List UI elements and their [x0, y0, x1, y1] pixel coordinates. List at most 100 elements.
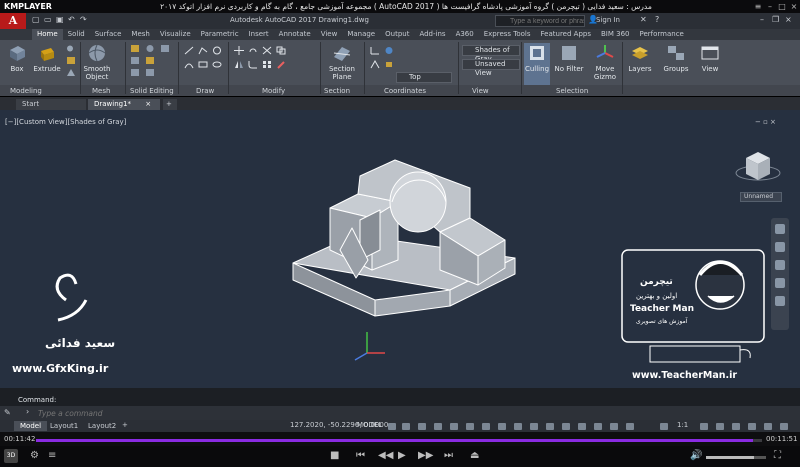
playlist-icon[interactable]: ≡: [48, 450, 56, 461]
fillet-icon[interactable]: [248, 60, 258, 69]
new-tab-button[interactable]: +: [163, 99, 177, 110]
saved-view-select[interactable]: Unsaved View: [462, 59, 520, 77]
rotate-icon[interactable]: [248, 46, 258, 55]
drawing-viewport[interactable]: [0, 110, 800, 388]
no-filter-button[interactable]: No Filter: [553, 43, 585, 73]
customization-icon[interactable]: [780, 423, 788, 430]
layout-tab-model[interactable]: Model: [14, 421, 48, 431]
tab-add-ins[interactable]: Add-ins: [414, 29, 450, 40]
tab-view[interactable]: View: [316, 29, 343, 40]
seek-slider[interactable]: [36, 439, 762, 442]
3d-osnap-icon[interactable]: [530, 423, 538, 430]
units-icon[interactable]: [716, 423, 724, 430]
tab-surface[interactable]: Surface: [90, 29, 127, 40]
lock-ui-icon[interactable]: [748, 423, 756, 430]
culling-button[interactable]: Culling: [524, 43, 550, 85]
ortho-icon[interactable]: [418, 423, 426, 430]
solid-edit-2-icon[interactable]: [130, 56, 140, 65]
panel-title-modify[interactable]: Modify: [262, 86, 285, 96]
panel-title-draw[interactable]: Draw: [196, 86, 214, 96]
ellipse-icon[interactable]: [212, 60, 222, 69]
stop-icon[interactable]: ■: [330, 450, 339, 461]
annotation-monitor-icon[interactable]: [700, 423, 708, 430]
next-icon[interactable]: ⏭: [444, 450, 453, 461]
showmotion-icon[interactable]: [775, 296, 785, 306]
tab-parametric[interactable]: Parametric: [196, 29, 244, 40]
nav-wheel-icon[interactable]: [775, 224, 785, 234]
erase-icon[interactable]: [276, 60, 286, 69]
tab-mesh[interactable]: Mesh: [126, 29, 154, 40]
transparency-icon[interactable]: [498, 423, 506, 430]
grid-icon[interactable]: [388, 423, 396, 430]
workspace-icon[interactable]: [660, 423, 668, 430]
command-input[interactable]: [38, 407, 778, 419]
panel-title-view[interactable]: View: [472, 86, 489, 96]
tab-solid[interactable]: Solid: [63, 29, 90, 40]
groups-button[interactable]: Groups: [660, 43, 692, 73]
tab-featured-apps[interactable]: Featured Apps: [536, 29, 596, 40]
tab-output[interactable]: Output: [380, 29, 414, 40]
solid-edit-3-icon[interactable]: [130, 68, 140, 77]
panel-title-mesh[interactable]: Mesh: [92, 86, 110, 96]
snap-icon[interactable]: [402, 423, 410, 430]
open-icon[interactable]: ▭: [44, 15, 52, 24]
exchange-icon[interactable]: ✕: [640, 15, 647, 24]
solid-edit-6-icon[interactable]: [145, 68, 155, 77]
model-space-button[interactable]: MODEL: [357, 421, 382, 429]
window-restore-icon[interactable]: ❐: [772, 15, 779, 24]
rectangle-icon[interactable]: [198, 60, 208, 69]
annotation-visibility-icon[interactable]: [594, 423, 602, 430]
layers-button[interactable]: Layers: [625, 43, 655, 73]
eject-icon[interactable]: ⏏: [470, 450, 479, 461]
previous-icon[interactable]: ⏮: [356, 450, 365, 461]
solid-edit-5-icon[interactable]: [145, 56, 155, 65]
lineweight-icon[interactable]: [482, 423, 490, 430]
save-icon[interactable]: ▣: [56, 15, 64, 24]
union-icon[interactable]: [66, 44, 76, 53]
polyline-icon[interactable]: [198, 46, 208, 55]
loft-icon[interactable]: [66, 68, 76, 77]
box-button[interactable]: Box: [4, 43, 30, 73]
rewind-icon[interactable]: ◀◀: [378, 450, 393, 461]
tab-visualize[interactable]: Visualize: [155, 29, 196, 40]
smooth-object-button[interactable]: Smooth Object: [82, 43, 112, 81]
gizmo-icon[interactable]: [578, 423, 586, 430]
dynamic-ucs-icon[interactable]: [546, 423, 554, 430]
ucs-world-icon[interactable]: [384, 46, 394, 55]
player-close-icon[interactable]: ×: [788, 2, 800, 11]
array-icon[interactable]: [262, 60, 272, 69]
panel-title-section[interactable]: Section: [324, 86, 350, 96]
tab-home[interactable]: Home: [32, 29, 63, 40]
trim-icon[interactable]: [262, 46, 272, 55]
copy-icon[interactable]: [276, 46, 286, 55]
play-icon[interactable]: ▶: [398, 450, 406, 461]
undo-icon[interactable]: ↶: [68, 15, 75, 24]
isolate-objects-icon[interactable]: [764, 423, 772, 430]
solid-edit-7-icon[interactable]: [160, 44, 170, 53]
ucs-icon[interactable]: [370, 46, 380, 55]
layout-tab-layout1[interactable]: Layout1: [44, 421, 84, 431]
polar-icon[interactable]: [434, 423, 442, 430]
redo-icon[interactable]: ↷: [80, 15, 87, 24]
solid-model[interactable]: [292, 159, 516, 317]
section-plane-button[interactable]: Section Plane: [325, 43, 359, 81]
ucs-object-icon[interactable]: [384, 60, 394, 69]
tab-manage[interactable]: Manage: [342, 29, 380, 40]
tab-performance[interactable]: Performance: [634, 29, 688, 40]
auto-scale-icon[interactable]: [610, 423, 618, 430]
help-icon[interactable]: ?: [655, 15, 659, 24]
sign-in-button[interactable]: Sign In: [596, 16, 620, 24]
volume-icon[interactable]: 🔊: [690, 450, 702, 461]
quick-properties-icon[interactable]: [732, 423, 740, 430]
file-tab-drawing1[interactable]: Drawing1* ×: [88, 99, 160, 110]
osnap-icon[interactable]: [450, 423, 458, 430]
annotation-scale-icon[interactable]: [626, 423, 634, 430]
viewport-controls[interactable]: − ▫ ×: [755, 118, 776, 126]
move-gizmo-button[interactable]: Move Gizmo: [590, 43, 620, 81]
tab-bim-360[interactable]: BIM 360: [596, 29, 635, 40]
3d-mode-badge[interactable]: 3D: [4, 449, 18, 463]
window-close-icon[interactable]: ×: [785, 15, 792, 24]
arc-icon[interactable]: [184, 60, 194, 69]
window-minimize-icon[interactable]: –: [760, 15, 764, 24]
player-minimize-icon[interactable]: –: [764, 2, 776, 11]
